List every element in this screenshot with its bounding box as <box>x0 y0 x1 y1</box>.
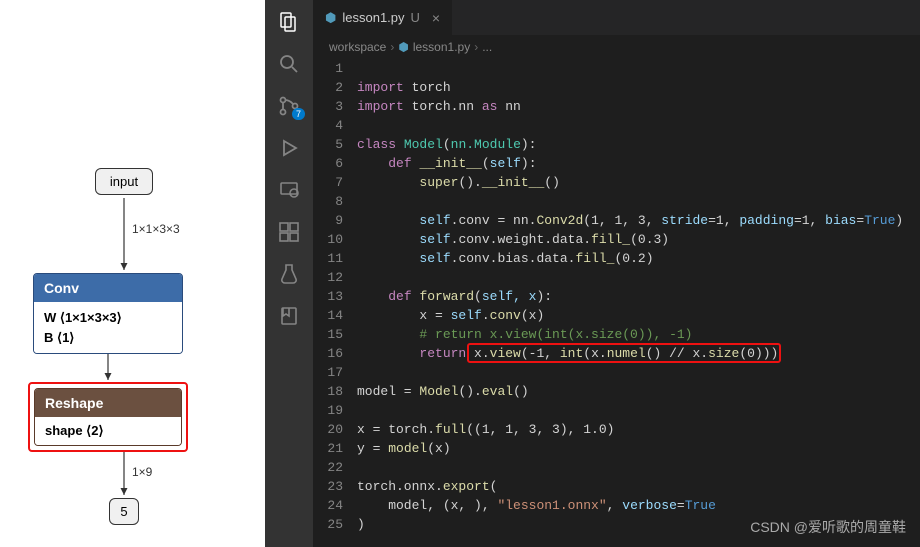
breadcrumb[interactable]: workspace › ⬢ lesson1.py › ... <box>313 35 920 59</box>
reshape-title: Reshape <box>35 389 181 417</box>
node-reshape-highlight: Reshape shape ⟨2⟩ <box>28 382 188 452</box>
tab-lesson1[interactable]: ⬢ lesson1.py U × <box>313 0 453 35</box>
node-output[interactable]: 5 <box>109 498 139 525</box>
remote-icon[interactable] <box>277 178 301 202</box>
edge-label-2: 1×9 <box>132 465 152 479</box>
tab-close-icon[interactable]: × <box>432 10 440 26</box>
breadcrumb-root: workspace <box>329 40 386 54</box>
search-icon[interactable] <box>277 52 301 76</box>
node-reshape[interactable]: Reshape shape ⟨2⟩ <box>34 388 182 446</box>
line-number-gutter: 1234567891011121314151617181920212223242… <box>313 59 357 547</box>
reshape-shape: shape ⟨2⟩ <box>35 417 181 445</box>
python-file-icon: ⬢ <box>325 10 336 26</box>
vscode-editor: 7 ⬢ lesson1.py U × workspace › ⬢ lesson1… <box>265 0 920 547</box>
node-input[interactable]: input <box>95 168 153 195</box>
bookmark-icon[interactable] <box>277 304 301 328</box>
conv-title: Conv <box>34 274 182 302</box>
chevron-right-icon: › <box>390 40 394 54</box>
testing-icon[interactable] <box>277 262 301 286</box>
watermark: CSDN @爱听歌的周童鞋 <box>750 517 906 537</box>
explorer-icon[interactable] <box>277 10 301 34</box>
extensions-icon[interactable] <box>277 220 301 244</box>
tab-filename: lesson1.py <box>342 10 404 25</box>
tab-modified-indicator: U <box>411 10 420 25</box>
code-area[interactable]: 1234567891011121314151617181920212223242… <box>313 59 920 547</box>
edge-label-1: 1×1×3×3 <box>132 222 180 236</box>
code-content[interactable]: import torch import torch.nn as nn class… <box>357 59 920 547</box>
breadcrumb-more: ... <box>482 40 492 54</box>
conv-w: W ⟨1×1×3×3⟩ <box>44 308 172 328</box>
activity-bar: 7 <box>265 0 313 547</box>
chevron-right-icon: › <box>474 40 478 54</box>
graph-diagram: input 1×1×3×3 Conv W ⟨1×1×3×3⟩ B ⟨1⟩ Res… <box>0 0 265 547</box>
source-control-icon[interactable]: 7 <box>277 94 301 118</box>
breadcrumb-file: lesson1.py <box>413 40 470 54</box>
run-debug-icon[interactable] <box>277 136 301 160</box>
editor-main: ⬢ lesson1.py U × workspace › ⬢ lesson1.p… <box>313 0 920 547</box>
conv-b: B ⟨1⟩ <box>44 328 172 348</box>
tab-bar: ⬢ lesson1.py U × <box>313 0 920 35</box>
python-file-icon: ⬢ <box>398 40 408 54</box>
node-conv[interactable]: Conv W ⟨1×1×3×3⟩ B ⟨1⟩ <box>33 273 183 354</box>
scm-badge: 7 <box>292 108 305 120</box>
